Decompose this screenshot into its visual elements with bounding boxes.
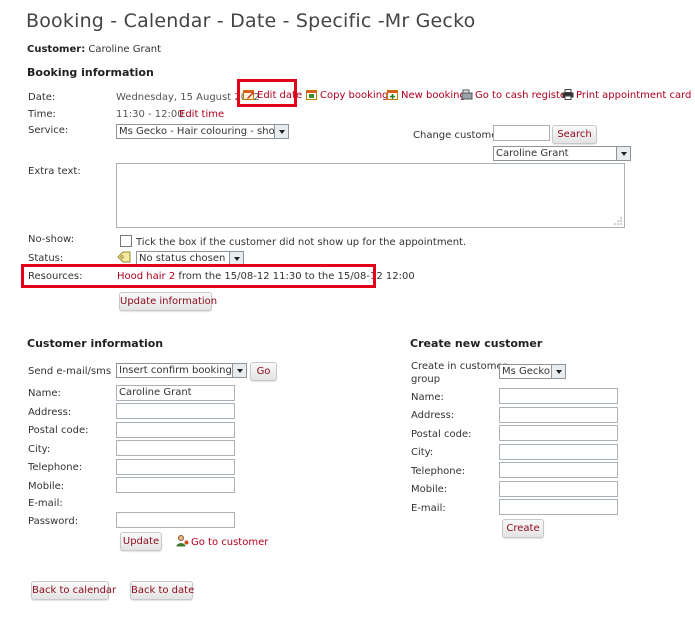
go-to-customer-label: Go to customer [191,537,269,548]
create-button[interactable]: Create [502,519,544,538]
ci-password-input[interactable] [116,512,235,528]
nc-city-input[interactable] [499,444,618,460]
ci-telephone-label: Telephone: [28,462,83,473]
ci-name-label: Name: [28,388,61,399]
extra-text-label: Extra text: [28,166,81,177]
update-information-button[interactable]: Update information [119,292,217,311]
service-select[interactable]: Ms Gecko - Hair colouring - short hair [116,124,289,139]
nc-telephone-input[interactable] [499,462,618,478]
nc-postal-label: Postal code: [411,429,472,440]
cash-register-icon [461,89,473,100]
change-customer-label: Change customer: [413,130,505,141]
cash-register-link[interactable]: Go to cash register [461,89,570,101]
nc-group-label-2: group [411,374,441,385]
date-label: Date: [28,92,56,103]
calendar-copy-icon [306,90,317,100]
nc-address-label: Address: [411,410,455,421]
change-customer-input[interactable] [493,125,550,141]
nc-group-label-1: Create in customer [411,361,507,372]
nc-address-input[interactable] [499,407,618,423]
customer-line: Customer: Caroline Grant [27,44,161,55]
new-customer-heading: Create new customer [410,337,543,350]
chevron-down-icon [616,147,630,160]
nc-email-label: E-mail: [411,503,446,514]
status-tag-icon [117,251,131,263]
cash-register-label: Go to cash register [475,90,571,101]
status-select-value: No status chosen [139,253,226,264]
time-value: 11:30 - 12:00 [116,109,184,120]
resize-handle-icon[interactable] [614,217,622,225]
send-select-value: Insert confirm booking [119,365,232,376]
noshow-label: No-show: [28,234,75,245]
send-label: Send e-mail/sms [28,366,112,377]
nc-name-input[interactable] [499,388,618,404]
ci-address-label: Address: [28,407,72,418]
nc-mobile-label: Mobile: [411,484,448,495]
resources-highlight [21,264,376,288]
service-select-value: Ms Gecko - Hair colouring - short hair [119,126,289,137]
nc-group-select-value: Ms Gecko [502,366,550,377]
customer-select[interactable]: Caroline Grant [493,146,631,161]
extra-text-textarea[interactable] [116,163,625,228]
copy-booking-link[interactable]: Copy booking [306,89,388,101]
ci-postal-label: Postal code: [28,425,89,436]
time-label: Time: [28,109,56,120]
printer-icon [562,89,574,100]
ci-city-label: City: [28,444,51,455]
customer-name: Caroline Grant [88,44,161,55]
chevron-down-icon [274,125,288,138]
send-select[interactable]: Insert confirm booking [116,363,247,378]
nc-email-input[interactable] [499,499,618,515]
status-label: Status: [28,253,64,264]
ci-email-label: E-mail: [28,498,63,509]
copy-booking-label: Copy booking [320,90,389,101]
edit-date-highlight [237,79,297,107]
ci-password-label: Password: [28,516,79,527]
user-icon [176,535,189,547]
ci-telephone-input[interactable] [116,459,235,475]
send-go-button[interactable]: Go [250,362,277,381]
nc-mobile-input[interactable] [499,481,618,497]
ci-name-input[interactable]: Caroline Grant [116,385,235,401]
service-label: Service: [28,125,69,136]
print-card-link[interactable]: Print appointment card [562,89,691,101]
calendar-add-icon [387,90,398,100]
back-to-date-button[interactable]: Back to date [130,581,194,600]
ci-mobile-label: Mobile: [28,481,65,492]
chevron-down-icon [551,365,565,378]
print-card-label: Print appointment card [576,90,692,101]
go-to-customer-link[interactable]: Go to customer [176,535,268,548]
nc-postal-input[interactable] [499,425,618,441]
noshow-text: Tick the box if the customer did not sho… [136,237,467,248]
nc-city-label: City: [411,447,434,458]
nc-group-select[interactable]: Ms Gecko [499,364,566,379]
page-title: Booking - Calendar - Date - Specific -Mr… [26,10,476,32]
nc-name-label: Name: [411,392,444,403]
customer-info-heading: Customer information [27,337,164,350]
booking-section-heading: Booking information [27,66,154,79]
new-booking-link[interactable]: New booking [387,89,466,101]
chevron-down-icon [232,364,246,377]
customer-select-value: Caroline Grant [496,148,569,159]
update-button[interactable]: Update [120,532,162,551]
noshow-checkbox[interactable] [120,235,132,247]
ci-city-input[interactable] [116,440,235,456]
back-to-calendar-button[interactable]: Back to calendar [31,581,116,600]
new-booking-label: New booking [401,90,466,101]
ci-address-input[interactable] [116,403,235,419]
customer-label: Customer: [27,44,86,55]
search-button[interactable]: Search [552,125,597,144]
nc-telephone-label: Telephone: [411,466,466,477]
edit-time-link[interactable]: Edit time [179,109,224,120]
ci-mobile-input[interactable] [116,477,235,493]
ci-postal-input[interactable] [116,422,235,438]
